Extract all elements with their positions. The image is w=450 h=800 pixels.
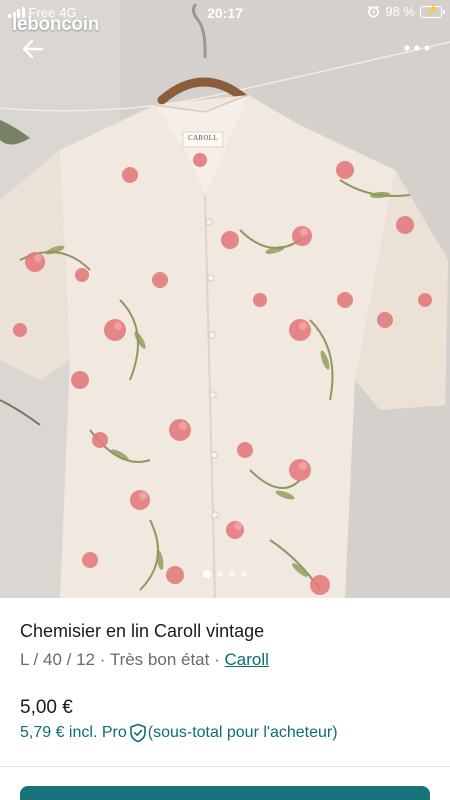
alarm-icon [368,5,380,18]
battery-icon: ⚡ [420,4,445,18]
more-horizontal-icon[interactable] [402,38,432,58]
shirt-collar-label: CAROLL [188,134,218,142]
listing-size: L / 40 / 12 [20,650,95,669]
pagination-dot[interactable] [241,571,247,577]
pagination-dot[interactable] [229,571,235,577]
shirt-photo-illustration [0,0,450,598]
brand-link[interactable]: Caroll [225,650,269,669]
status-right: 98 % ⚡ [367,4,445,19]
primary-action-button[interactable] [20,786,430,800]
listing-condition: Très bon état [109,650,210,669]
listing-meta: L / 40 / 12 · Très bon état · Caroll [20,650,269,670]
meta-separator: · [99,650,106,669]
gallery-pagination[interactable] [0,570,450,578]
shield-check-icon [129,723,146,743]
divider [0,766,450,767]
app-logo: leboncoin [12,14,100,35]
charging-bolt-icon: ⚡ [426,4,439,16]
listing-photo[interactable]: CAROLL Free 4G 20:17 98 % ⚡ leboncoin [0,0,450,598]
listing-title: Chemisier en lin Caroll vintage [20,621,265,641]
meta-separator: · [214,650,220,669]
pro-price-note: (sous-total pour l'acheteur) [147,724,338,741]
buyer-total-price[interactable]: 5,79 € incl. Pro (sous-total pour l'ache… [20,723,338,743]
listing-price: 5,00 € [20,697,73,718]
battery-percent: 98 % [385,4,415,19]
arrow-left-icon[interactable] [20,36,46,62]
pagination-dot-active[interactable] [203,570,211,578]
pro-price-value: 5,79 € incl. Pro [20,724,127,741]
pagination-dot[interactable] [217,571,223,577]
